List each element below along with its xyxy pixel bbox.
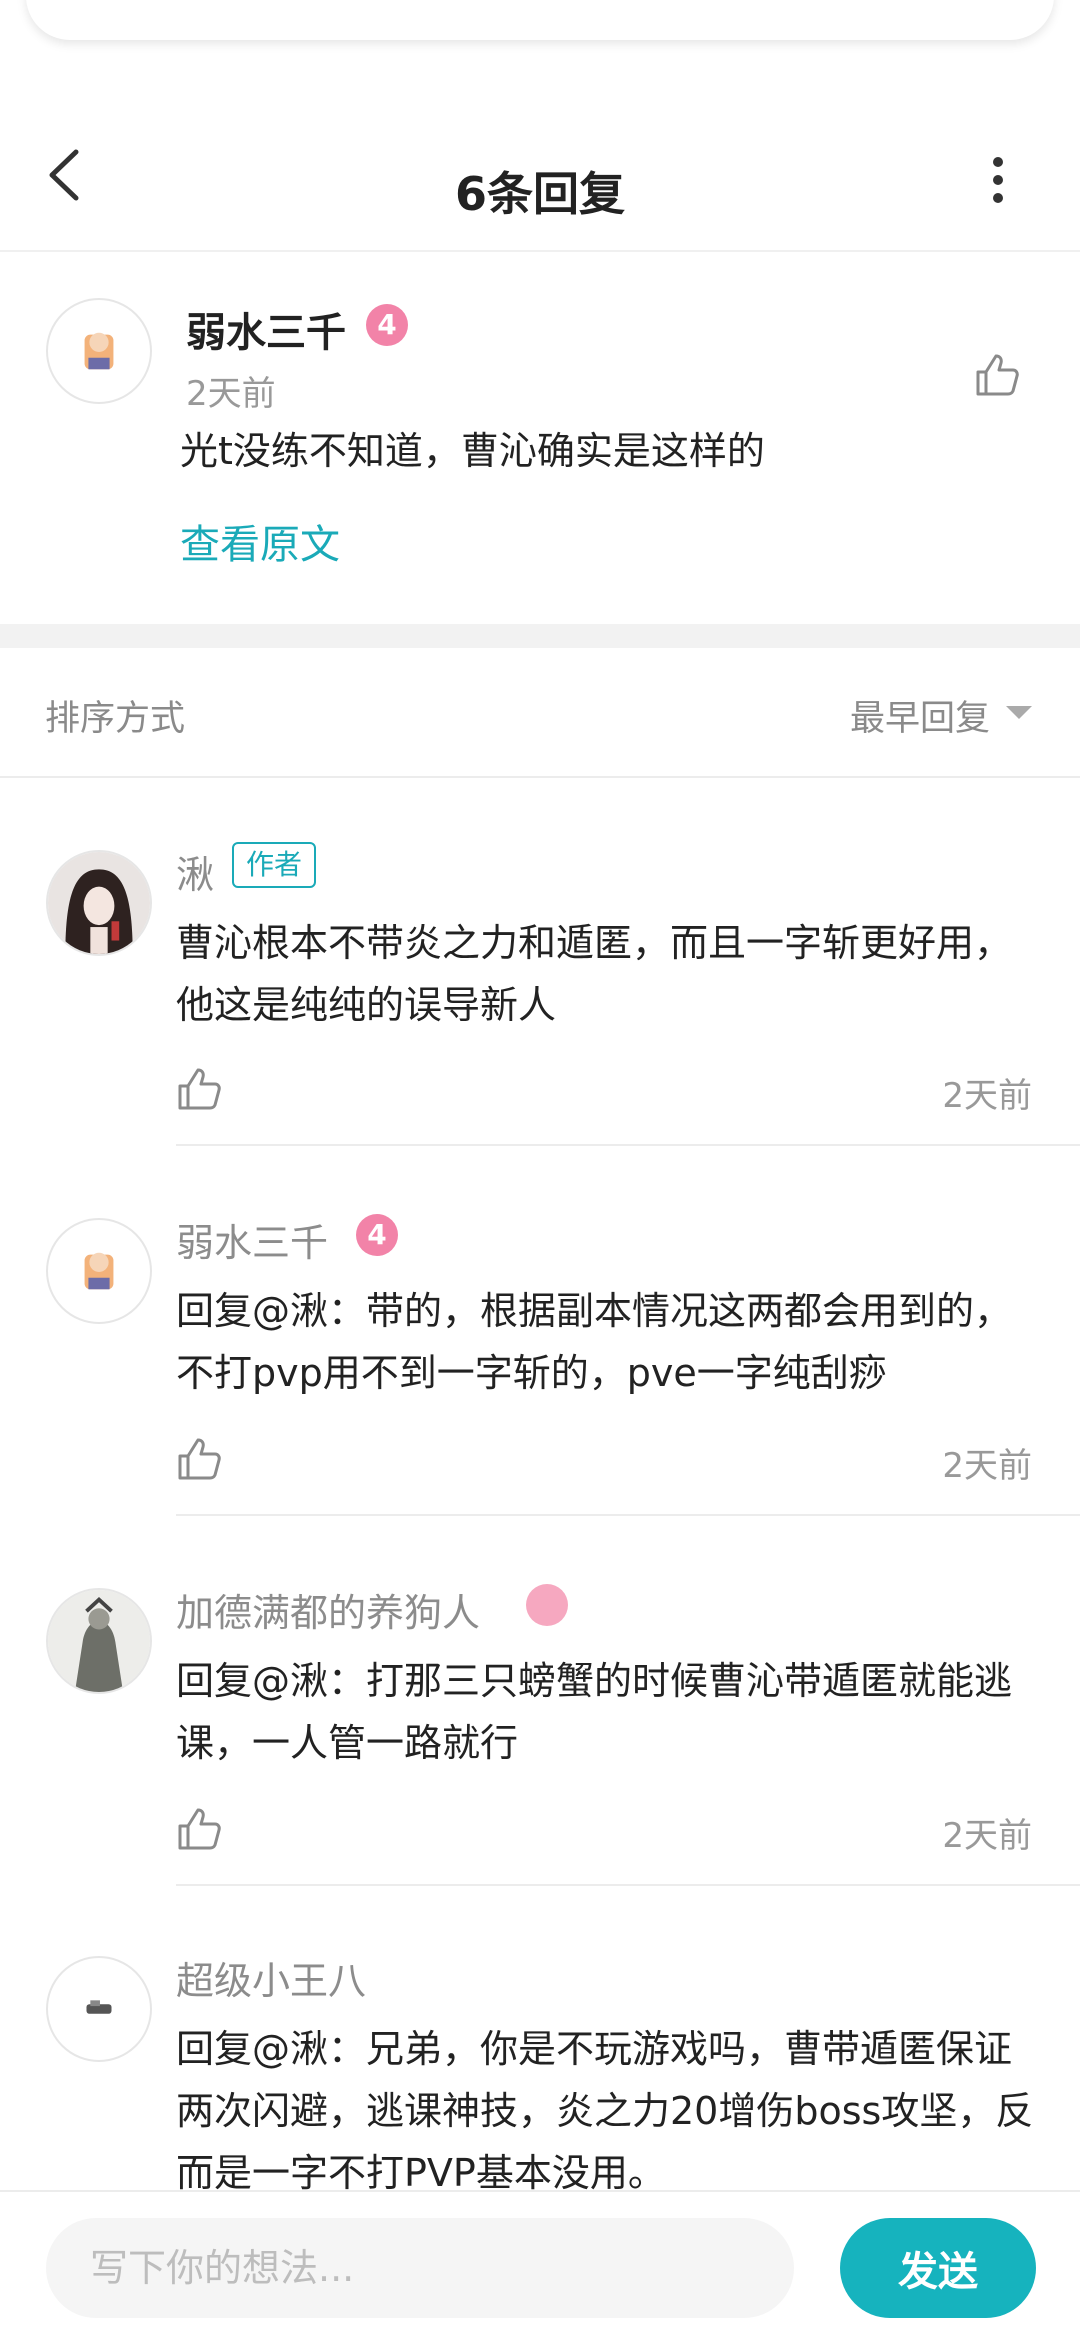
level-badge: 4	[356, 1214, 398, 1256]
top-sheet-edge[interactable]	[26, 0, 1054, 40]
username[interactable]: 湫	[176, 844, 214, 899]
avatar[interactable]	[46, 1588, 152, 1694]
section-divider	[0, 624, 1080, 648]
username[interactable]: 超级小王八	[176, 1950, 366, 2005]
username[interactable]: 加德满都的养狗人	[176, 1582, 480, 1637]
level-badge	[526, 1584, 568, 1626]
reply-item: 加德满都的养狗人 回复@湫：打那三只螃蟹的时候曹沁带遁匿就能逃课，一人管一路就行…	[0, 1516, 1080, 1886]
comment-input[interactable]	[46, 2218, 794, 2318]
reply-text: 回复@湫：兄弟，你是不玩游戏吗，曹带遁匿保证两次闪避，逃课神技，炎之力20增伤b…	[176, 2027, 1034, 2195]
reply-text: 回复@湫：打那三只螃蟹的时候曹沁带遁匿就能逃课，一人管一路就行	[176, 1659, 1013, 1765]
original-comment: 弱水三千 4 2天前 光t没练不知道，曹沁确实是这样的 查看原文	[0, 252, 1080, 624]
sort-bar: 排序方式 最早回复	[0, 648, 1080, 778]
sort-caret-icon[interactable]	[1006, 706, 1032, 719]
level-badge: 4	[366, 304, 408, 346]
view-original-link[interactable]: 查看原文	[180, 512, 340, 570]
author-tag: 作者	[232, 842, 317, 888]
sort-dropdown[interactable]: 最早回复	[850, 690, 990, 741]
avatar[interactable]	[46, 1218, 152, 1324]
reply-item: 超级小王八 回复@湫：兄弟，你是不玩游戏吗，曹带遁匿保证两次闪避，逃课神技，炎之…	[0, 1886, 1080, 2196]
timestamp: 2天前	[942, 1816, 1032, 1856]
send-button[interactable]: 发送	[840, 2218, 1036, 2318]
comment-input-bar: 发送	[0, 2190, 1080, 2342]
like-icon[interactable]	[176, 1436, 222, 1482]
reply-item: 湫 作者 曹沁根本不带炎之力和遁匿，而且一字斩更好用，他这是纯纯的误导新人 2天…	[0, 776, 1080, 1146]
like-icon[interactable]	[176, 1066, 222, 1112]
username[interactable]: 弱水三千	[176, 1212, 328, 1267]
timestamp: 2天前	[942, 1446, 1032, 1486]
like-icon[interactable]	[974, 352, 1020, 398]
sort-label: 排序方式	[45, 699, 186, 739]
reply-item: 弱水三千 4 回复@湫：带的，根据副本情况这两都会用到的，不打pvp用不到一字斩…	[0, 1146, 1080, 1516]
avatar[interactable]	[46, 850, 152, 956]
timestamp: 2天前	[942, 1076, 1032, 1116]
avatar[interactable]	[46, 298, 152, 404]
reply-text: 曹沁根本不带炎之力和遁匿，而且一字斩更好用，他这是纯纯的误导新人	[176, 921, 1013, 1027]
page-title: 6条回复	[454, 167, 625, 221]
reply-text: 回复@湫：带的，根据副本情况这两都会用到的，不打pvp用不到一字斩的，pve一字…	[176, 1289, 1013, 1395]
like-icon[interactable]	[176, 1806, 222, 1852]
more-icon[interactable]	[978, 145, 1018, 215]
username[interactable]: 弱水三千	[186, 300, 346, 358]
top-bar: 6条回复	[0, 100, 1080, 252]
avatar[interactable]	[46, 1956, 152, 2062]
timestamp: 2天前	[186, 374, 276, 414]
comment-text: 光t没练不知道，曹沁确实是这样的	[180, 429, 765, 473]
